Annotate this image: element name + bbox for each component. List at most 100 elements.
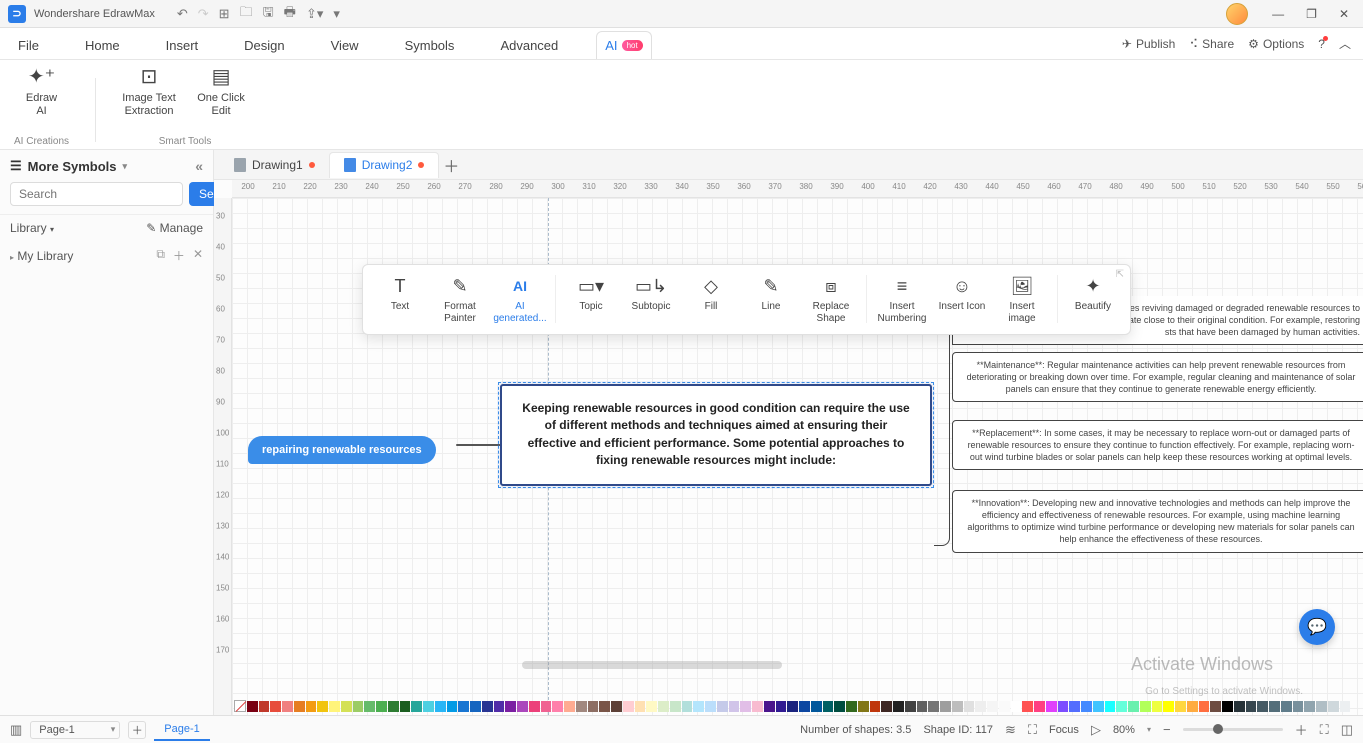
line-button[interactable]: ✎Line (742, 271, 800, 317)
color-swatch[interactable] (893, 701, 904, 712)
color-swatch[interactable] (1011, 701, 1022, 712)
color-swatch[interactable] (341, 701, 352, 712)
color-swatch[interactable] (999, 701, 1010, 712)
zoom-out-button[interactable]: − (1163, 722, 1171, 737)
fill-button[interactable]: ◇Fill (682, 271, 740, 317)
color-swatch[interactable] (975, 701, 986, 712)
color-swatch[interactable] (1234, 701, 1245, 712)
menu-file[interactable]: File (10, 32, 47, 59)
mindmap-main-node[interactable]: Keeping renewable resources in good cond… (500, 384, 932, 486)
color-swatch[interactable] (1199, 701, 1210, 712)
color-swatch[interactable] (658, 701, 669, 712)
color-swatch[interactable] (1058, 701, 1069, 712)
maximize-button[interactable]: ❐ (1300, 7, 1323, 21)
redo-icon[interactable]: ↷ (198, 6, 209, 22)
save-icon[interactable]: 🖫 (263, 3, 274, 25)
text-button[interactable]: TText (371, 271, 429, 317)
color-swatch[interactable] (423, 701, 434, 712)
color-swatch[interactable] (494, 701, 505, 712)
color-swatch[interactable] (870, 701, 881, 712)
collapse-panel-button[interactable]: « (195, 158, 203, 174)
more-qat-icon[interactable]: ▾ (333, 6, 340, 22)
menu-symbols[interactable]: Symbols (397, 32, 463, 59)
color-swatch[interactable] (1316, 701, 1327, 712)
color-swatch[interactable] (411, 701, 422, 712)
color-swatch[interactable] (529, 701, 540, 712)
color-swatch[interactable] (1152, 701, 1163, 712)
publish-button[interactable]: ✈ Publish (1122, 37, 1175, 51)
color-swatch[interactable] (740, 701, 751, 712)
color-swatch[interactable] (306, 701, 317, 712)
fit-page-icon[interactable]: ⛶ (1320, 722, 1329, 738)
color-swatch[interactable] (470, 701, 481, 712)
color-swatch[interactable] (952, 701, 963, 712)
menu-view[interactable]: View (323, 32, 367, 59)
color-swatch[interactable] (717, 701, 728, 712)
color-swatch[interactable] (799, 701, 810, 712)
color-swatch[interactable] (376, 701, 387, 712)
color-swatch[interactable] (552, 701, 563, 712)
color-swatch[interactable] (928, 701, 939, 712)
color-swatch[interactable] (564, 701, 575, 712)
color-swatch[interactable] (1222, 701, 1233, 712)
vertical-ruler[interactable]: 30405060708090100110120130140150160170 (214, 198, 232, 715)
color-swatch[interactable] (764, 701, 775, 712)
color-swatch[interactable] (1140, 701, 1151, 712)
color-swatch[interactable] (458, 701, 469, 712)
library-dropdown[interactable]: Library ▾ (10, 221, 54, 235)
image-text-extraction-button[interactable]: ⊡ Image Text Extraction (122, 66, 176, 118)
topic-button[interactable]: ▭▾Topic (562, 271, 620, 317)
color-swatch[interactable] (599, 701, 610, 712)
color-swatch[interactable] (917, 701, 928, 712)
color-swatch[interactable] (776, 701, 787, 712)
color-swatch[interactable] (1046, 701, 1057, 712)
color-swatch[interactable] (1093, 701, 1104, 712)
insert-icon-button[interactable]: ☺Insert Icon (933, 271, 991, 317)
minimize-button[interactable]: — (1266, 7, 1290, 21)
color-swatch[interactable] (1105, 701, 1116, 712)
color-swatch[interactable] (811, 701, 822, 712)
color-swatch[interactable] (1069, 701, 1080, 712)
color-swatch[interactable] (353, 701, 364, 712)
color-swatch[interactable] (1081, 701, 1092, 712)
color-swatch[interactable] (905, 701, 916, 712)
tab-drawing2[interactable]: Drawing2 (329, 152, 440, 178)
zoom-in-button[interactable]: ＋ (1295, 720, 1308, 739)
color-swatch[interactable] (682, 701, 693, 712)
edraw-ai-button[interactable]: ✦⁺ Edraw AI (15, 66, 69, 118)
color-swatch[interactable] (1281, 701, 1292, 712)
more-symbols-label[interactable]: More Symbols (28, 159, 117, 174)
color-swatch[interactable] (881, 701, 892, 712)
color-swatch[interactable] (435, 701, 446, 712)
menu-ai[interactable]: AI hot (596, 31, 651, 59)
symbol-search-input[interactable] (10, 182, 183, 206)
color-swatch[interactable] (940, 701, 951, 712)
mindmap-child-node[interactable]: **Maintenance**: Regular maintenance act… (952, 352, 1363, 402)
chat-assistant-button[interactable]: 💬 (1299, 609, 1335, 645)
color-swatch[interactable] (987, 701, 998, 712)
color-swatch[interactable] (1128, 701, 1139, 712)
replace-shape-button[interactable]: ⧈Replace Shape (802, 271, 860, 328)
open-icon[interactable]: 🗀 (240, 3, 253, 25)
subtopic-button[interactable]: ▭↳Subtopic (622, 271, 680, 317)
color-swatch[interactable] (447, 701, 458, 712)
color-swatch[interactable] (823, 701, 834, 712)
color-swatch[interactable] (1034, 701, 1045, 712)
color-swatch[interactable] (1022, 701, 1033, 712)
color-swatch[interactable] (270, 701, 281, 712)
color-swatch[interactable] (834, 701, 845, 712)
color-swatch[interactable] (1175, 701, 1186, 712)
color-swatch[interactable] (705, 701, 716, 712)
color-swatch[interactable] (364, 701, 375, 712)
color-swatch[interactable] (646, 701, 657, 712)
color-swatch[interactable] (623, 701, 634, 712)
beautify-button[interactable]: ✦Beautify (1064, 271, 1122, 317)
panels-icon[interactable]: ◫ (1341, 722, 1353, 738)
menu-advanced[interactable]: Advanced (492, 32, 566, 59)
color-swatch[interactable] (1246, 701, 1257, 712)
color-swatch[interactable] (1257, 701, 1268, 712)
add-page-button[interactable]: ＋ (128, 721, 146, 739)
zoom-slider[interactable] (1183, 728, 1283, 731)
play-icon[interactable]: ▷ (1091, 722, 1101, 738)
color-swatch[interactable] (541, 701, 552, 712)
